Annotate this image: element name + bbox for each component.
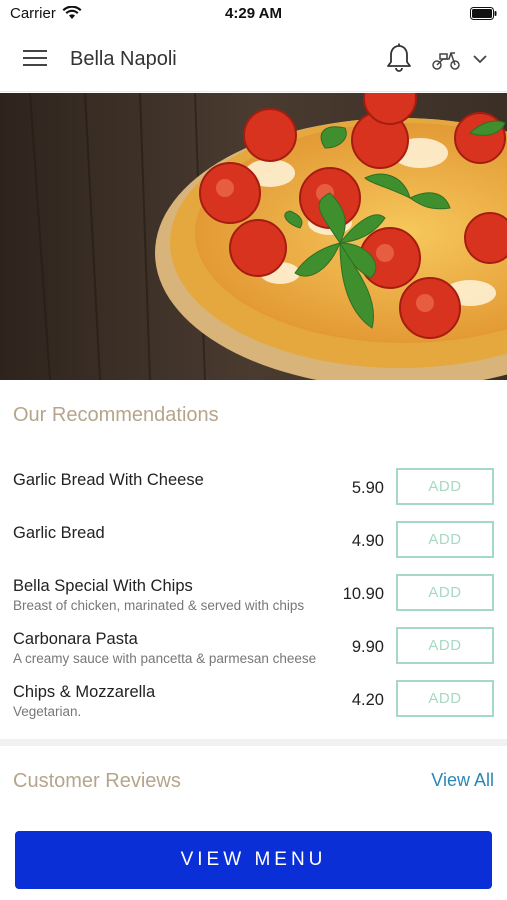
add-button[interactable]: ADD: [396, 680, 494, 717]
item-name: Bella Special With Chips: [13, 577, 193, 595]
list-item: Garlic Bread With Cheese 5.90 ADD: [0, 468, 507, 521]
item-name: Garlic Bread: [13, 524, 105, 542]
chevron-down-icon[interactable]: [472, 53, 488, 65]
add-button[interactable]: ADD: [396, 468, 494, 505]
view-menu-button[interactable]: VIEW MENU: [15, 831, 492, 889]
item-description: Breast of chicken, marinated & served wi…: [13, 598, 305, 613]
recommendations-title: Our Recommendations: [13, 404, 219, 426]
hero-image: [0, 93, 507, 380]
list-item: Chips & Mozzarella Vegetarian. 4.20 ADD: [0, 680, 507, 733]
add-button[interactable]: ADD: [396, 574, 494, 611]
nav-bar: Bella Napoli: [0, 26, 507, 92]
battery-icon: [470, 7, 497, 20]
list-item: Bella Special With Chips Breast of chick…: [0, 574, 507, 627]
item-price: 9.90: [351, 638, 384, 656]
item-description: A creamy sauce with pancetta & parmesan …: [13, 651, 317, 666]
clock: 4:29 AM: [225, 5, 282, 22]
item-name: Garlic Bread With Cheese: [13, 471, 204, 489]
page-title: Bella Napoli: [70, 48, 177, 70]
item-price: 10.90: [342, 585, 384, 603]
item-name: Carbonara Pasta: [13, 630, 138, 648]
item-description: Vegetarian.: [13, 704, 82, 719]
list-item: Garlic Bread 4.90 ADD: [0, 521, 507, 574]
item-price: 4.20: [351, 691, 384, 709]
view-all-link[interactable]: View All: [431, 770, 494, 791]
bell-icon[interactable]: [386, 43, 412, 73]
scooter-icon[interactable]: [431, 47, 461, 71]
list-item: Carbonara Pasta A creamy sauce with panc…: [0, 627, 507, 680]
item-name: Chips & Mozzarella: [13, 683, 156, 701]
add-button[interactable]: ADD: [396, 627, 494, 664]
item-price: 5.90: [351, 479, 384, 497]
section-divider: [0, 739, 507, 746]
add-button[interactable]: ADD: [396, 521, 494, 558]
reviews-title: Customer Reviews: [13, 770, 181, 792]
menu-icon[interactable]: [23, 48, 47, 68]
status-bar: Carrier 4:29 AM: [0, 0, 507, 26]
item-price: 4.90: [351, 532, 384, 550]
